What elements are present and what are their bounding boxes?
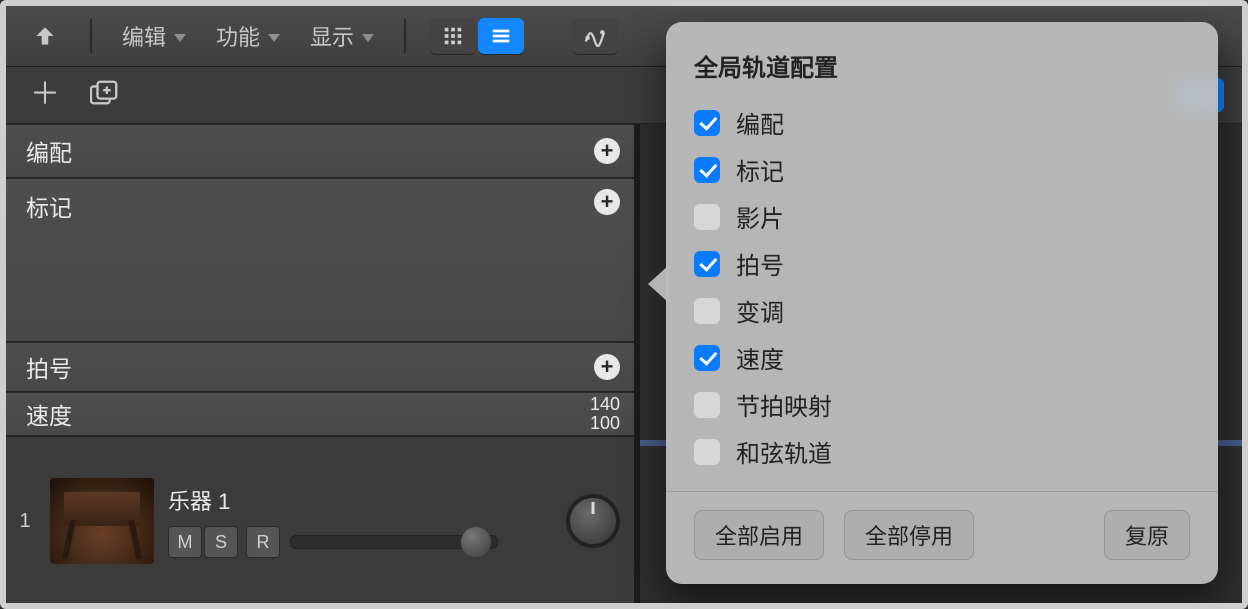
enable-all-button[interactable]: 全部启用 — [694, 510, 824, 560]
mute-button[interactable]: M — [168, 526, 202, 558]
global-track-tempo-label: 速度 — [26, 397, 72, 431]
checklist-label-0: 编配 — [736, 105, 784, 140]
checklist-item-6[interactable]: 节拍映射 — [694, 381, 1190, 428]
popover-checklist: 编配标记影片拍号变调速度节拍映射和弦轨道 — [694, 99, 1190, 475]
checkbox-3[interactable] — [694, 251, 720, 277]
checklist-item-4[interactable]: 变调 — [694, 287, 1190, 334]
tempo-high: 140 — [590, 395, 620, 414]
checklist-item-5[interactable]: 速度 — [694, 334, 1190, 381]
back-up-button[interactable] — [24, 19, 66, 53]
view-grid-button[interactable] — [430, 18, 476, 54]
track-msr-group: M S R — [168, 526, 280, 558]
checklist-item-3[interactable]: 拍号 — [694, 240, 1190, 287]
record-enable-button[interactable]: R — [246, 526, 280, 558]
global-track-marker-label: 标记 — [26, 189, 72, 223]
app-inner: 编辑 功能 显示 — [6, 6, 1242, 603]
volume-slider[interactable] — [290, 535, 498, 549]
view-mode-group — [430, 18, 524, 54]
checkbox-2[interactable] — [694, 204, 720, 230]
global-track-arrange[interactable]: 编配 + — [6, 124, 634, 178]
checklist-item-2[interactable]: 影片 — [694, 193, 1190, 240]
revert-button[interactable]: 复原 — [1104, 510, 1190, 560]
chevron-down-icon — [174, 34, 186, 42]
automation-toggle[interactable] — [572, 18, 618, 54]
checkbox-4[interactable] — [694, 298, 720, 324]
global-track-tempo[interactable]: 速度 140 100 — [6, 392, 634, 436]
pan-knob[interactable] — [566, 494, 620, 548]
checklist-item-0[interactable]: 编配 — [694, 99, 1190, 146]
menu-functions-label: 功能 — [216, 20, 260, 52]
popover-buttons: 全部启用 全部停用 复原 — [694, 510, 1190, 560]
track-index: 1 — [14, 510, 36, 533]
app-window: 编辑 功能 显示 — [0, 0, 1248, 609]
track-header-pane: 编配 + 标记 + 拍号 + 速度 140 100 — [6, 124, 640, 605]
popover-title: 全局轨道配置 — [694, 48, 1190, 83]
tempo-low: 100 — [590, 414, 620, 433]
global-track-arrange-label: 编配 — [26, 134, 72, 168]
track-row[interactable]: 1 乐器 1 M S R — [6, 436, 634, 605]
checkbox-6[interactable] — [694, 392, 720, 418]
add-track-button[interactable]: ＋ — [24, 78, 66, 112]
disable-all-button[interactable]: 全部停用 — [844, 510, 974, 560]
track-name[interactable]: 乐器 1 — [168, 484, 498, 516]
add-marker-button[interactable]: + — [594, 189, 620, 215]
checkbox-1[interactable] — [694, 157, 720, 183]
menu-view-label: 显示 — [310, 20, 354, 52]
popover-arrow — [648, 266, 668, 302]
checklist-label-3: 拍号 — [736, 246, 784, 281]
checkbox-0[interactable] — [694, 110, 720, 136]
checklist-label-1: 标记 — [736, 152, 784, 187]
menu-edit-label: 编辑 — [122, 20, 166, 52]
add-arrange-marker-button[interactable]: + — [594, 138, 620, 164]
checkbox-5[interactable] — [694, 345, 720, 371]
checklist-label-6: 节拍映射 — [736, 387, 832, 422]
chevron-down-icon — [268, 34, 280, 42]
checklist-label-4: 变调 — [736, 293, 784, 328]
global-track-signature[interactable]: 拍号 + — [6, 342, 634, 392]
checklist-item-1[interactable]: 标记 — [694, 146, 1190, 193]
track-info: 乐器 1 M S R — [168, 484, 498, 558]
solo-button[interactable]: S — [204, 526, 238, 558]
toolbar-divider — [404, 19, 406, 53]
global-track-signature-label: 拍号 — [26, 350, 72, 384]
popover-divider — [666, 491, 1218, 492]
checklist-label-2: 影片 — [736, 199, 784, 234]
global-tracks-popover: 全局轨道配置 编配标记影片拍号变调速度节拍映射和弦轨道 全部启用 全部停用 复原 — [666, 22, 1218, 584]
checkbox-7[interactable] — [694, 439, 720, 465]
chevron-down-icon — [362, 34, 374, 42]
tempo-range: 140 100 — [590, 395, 620, 433]
track-controls: M S R — [168, 526, 498, 558]
add-signature-button[interactable]: + — [594, 354, 620, 380]
track-instrument-icon[interactable] — [50, 478, 154, 564]
menu-view[interactable]: 显示 — [304, 16, 380, 56]
menu-edit[interactable]: 编辑 — [116, 16, 192, 56]
checklist-label-7: 和弦轨道 — [736, 434, 832, 469]
checklist-item-7[interactable]: 和弦轨道 — [694, 428, 1190, 475]
checklist-label-5: 速度 — [736, 340, 784, 375]
view-list-button[interactable] — [478, 18, 524, 54]
global-track-marker[interactable]: 标记 + — [6, 178, 634, 342]
menu-functions[interactable]: 功能 — [210, 16, 286, 56]
duplicate-track-button[interactable] — [90, 80, 120, 111]
toolbar-divider — [90, 19, 92, 53]
volume-thumb[interactable] — [461, 527, 491, 557]
